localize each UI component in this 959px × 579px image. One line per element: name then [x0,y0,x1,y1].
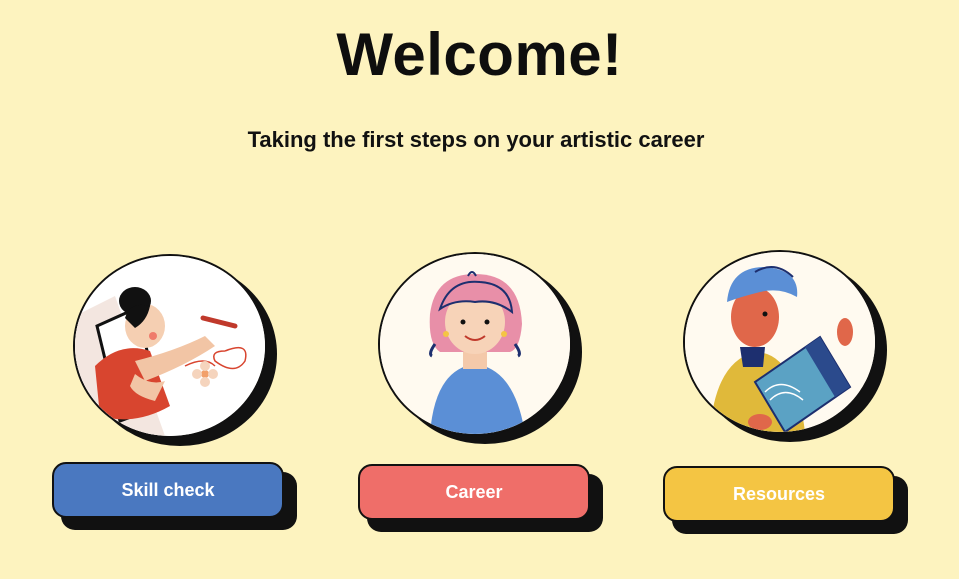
skill-check-button[interactable]: Skill check [52,462,284,518]
page-subtitle: Taking the first steps on your artistic … [247,127,705,152]
artist-drawing-icon [75,256,265,436]
skill-check-illustration [73,254,277,446]
career-button-wrap: Career [358,464,603,532]
girl-portrait-icon [380,254,570,434]
man-reading-book-icon [685,252,875,432]
career-illustration [378,252,582,444]
skill-check-button-wrap: Skill check [52,462,297,530]
resources-button-wrap: Resources [663,466,908,534]
page-title: Welcome! [336,21,623,88]
resources-illustration [683,250,887,442]
career-button[interactable]: Career [358,464,590,520]
resources-button[interactable]: Resources [663,466,895,522]
